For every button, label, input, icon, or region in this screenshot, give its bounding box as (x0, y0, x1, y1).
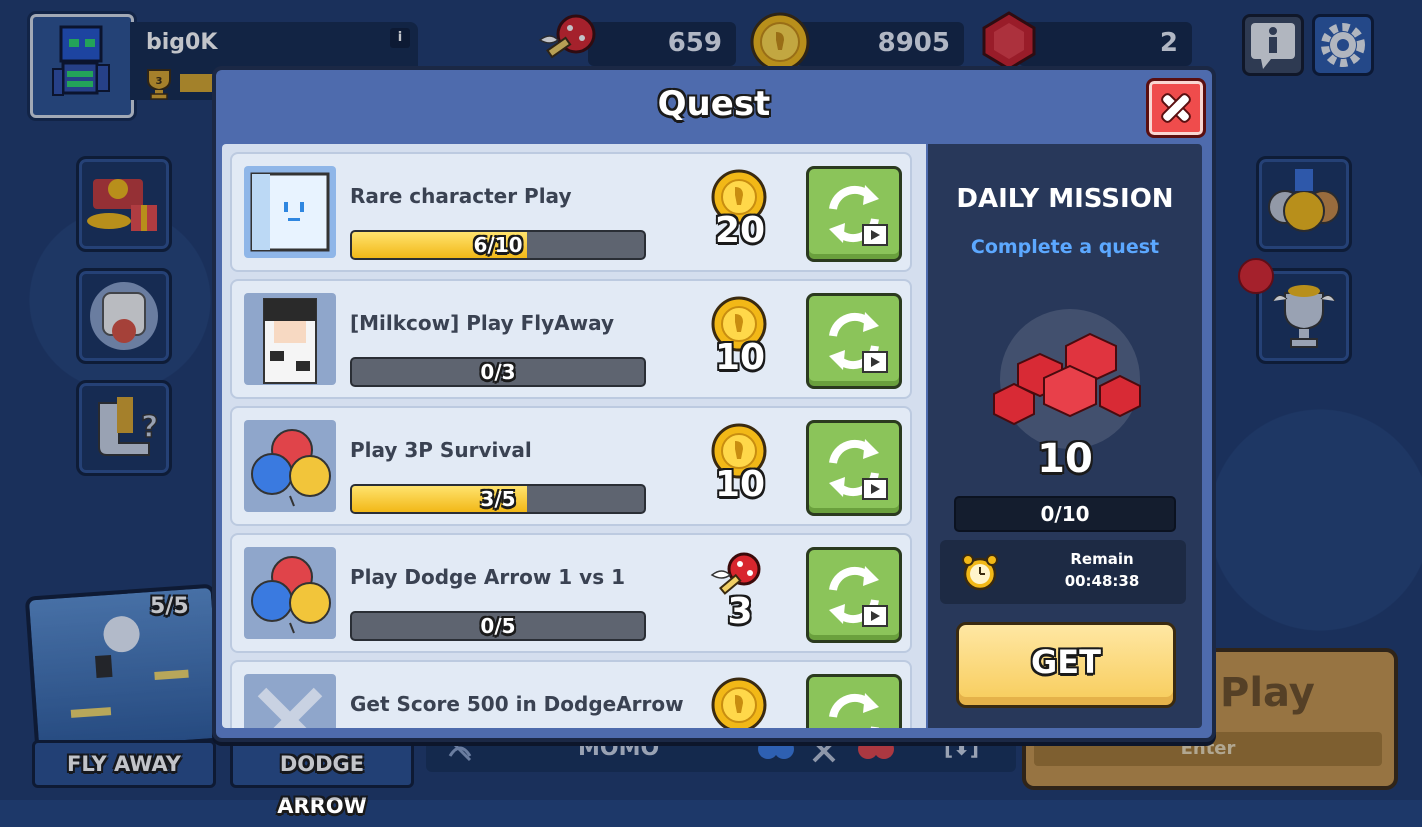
quest-list[interactable]: Rare character Play 6/10 20 [Milkcow] Pl… (222, 144, 926, 728)
close-button[interactable] (1146, 78, 1206, 138)
get-button[interactable]: GET (956, 622, 1176, 708)
gems-reward-icon (993, 309, 1141, 449)
quest-modal: Quest Rare character Play 6/10 20 [Milkc… (212, 66, 1216, 742)
quest-title: Rare character Play (350, 184, 572, 208)
mission-subtitle: Complete a quest (970, 236, 1160, 258)
quest-row: Rare character Play 6/10 20 (230, 152, 912, 272)
quest-reward: 10 (714, 464, 766, 505)
remain-label: Remain (1070, 550, 1134, 568)
quest-thumb (244, 166, 336, 258)
daily-mission-panel: DAILY MISSION Complete a quest 10 0/10 R… (928, 144, 1202, 728)
balloons-icon (251, 556, 331, 634)
milkcow-character-icon (263, 298, 317, 384)
quest-thumb (244, 547, 336, 639)
refresh-video-icon (829, 439, 888, 500)
quest-progress-text: 6/10 (473, 233, 523, 257)
quest-progress-bar: 0/3 (350, 357, 646, 387)
refresh-video-icon (829, 693, 879, 728)
quest-row: [Milkcow] Play FlyAway 0/3 10 (230, 279, 912, 399)
refresh-quest-button[interactable] (806, 547, 902, 643)
refresh-quest-button[interactable] (806, 674, 902, 728)
refresh-quest-button[interactable] (806, 293, 902, 389)
quest-progress-bar: 0/5 (350, 611, 646, 641)
quest-row: Play 3P Survival 3/5 10 (230, 406, 912, 526)
refresh-video-icon (829, 566, 888, 627)
quest-title: Get Score 500 in DodgeArrow (350, 692, 684, 716)
mission-reward: 10 (1037, 436, 1093, 482)
quest-progress-text: 3/5 (480, 487, 516, 511)
refresh-video-icon (829, 185, 888, 246)
quest-progress-bar: 3/5 (350, 484, 646, 514)
refresh-quest-button[interactable] (806, 420, 902, 516)
quest-title: [Milkcow] Play FlyAway (350, 311, 615, 335)
mission-title: DAILY MISSION (956, 184, 1174, 214)
quest-row: Get Score 500 in DodgeArrow (230, 660, 912, 728)
quest-reward: 10 (714, 337, 766, 378)
refresh-video-icon (829, 312, 888, 373)
remain-time: 00:48:38 (1064, 572, 1140, 590)
balloons-icon (251, 429, 331, 507)
quest-row: Play Dodge Arrow 1 vs 1 0/5 3 (230, 533, 912, 653)
quest-progress-bar: 6/10 (350, 230, 646, 260)
refresh-quest-button[interactable] (806, 166, 902, 262)
quest-progress-text: 0/3 (480, 360, 516, 384)
quest-thumb (244, 674, 336, 728)
quest-thumb (244, 420, 336, 512)
alarm-clock-icon (962, 554, 998, 591)
mission-timer: Remain 00:48:38 (940, 540, 1186, 604)
coin-icon (711, 677, 767, 728)
crossed-swords-icon (257, 687, 323, 728)
modal-title: Quest (657, 84, 771, 124)
mission-progress: 0/10 (954, 496, 1176, 532)
quest-progress-text: 0/5 (480, 614, 516, 638)
quest-thumb (244, 293, 336, 385)
quest-reward: 20 (714, 210, 766, 251)
ghost-character-icon (250, 172, 330, 252)
quest-reward: 3 (727, 591, 753, 632)
quest-title: Play 3P Survival (350, 438, 532, 462)
quest-title: Play Dodge Arrow 1 vs 1 (350, 565, 625, 589)
